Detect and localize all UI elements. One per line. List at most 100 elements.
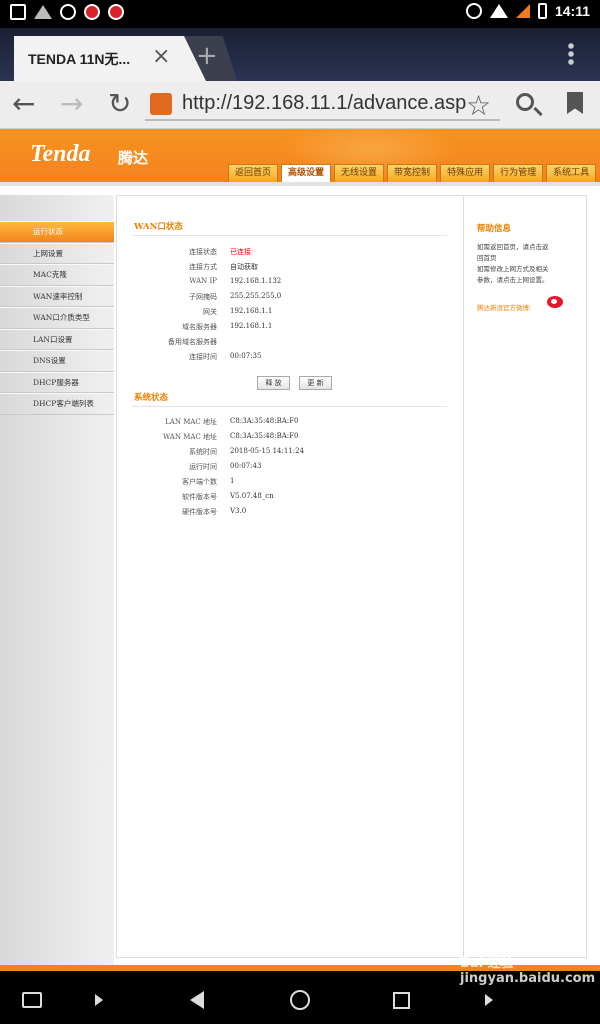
status-label: 客户端个数 [182, 478, 217, 486]
sidebar-item[interactable]: LAN口设置 [0, 328, 114, 350]
help-divider [463, 196, 464, 957]
sidebar-item[interactable]: 运行状态 [0, 221, 114, 243]
site-favicon-icon [150, 93, 172, 115]
sidebar-item[interactable]: WAN速率控制 [0, 285, 114, 307]
screenshot-icon[interactable] [22, 992, 42, 1008]
status-label: 备用域名服务器 [168, 338, 217, 346]
cell-signal-icon [515, 4, 530, 18]
status-row: 硬件版本号 V3.0 [117, 507, 457, 522]
status-value: V3.0 [230, 507, 247, 515]
nav-tab[interactable]: 特殊应用 [440, 164, 491, 182]
status-value: 192.168.1.1 [230, 307, 273, 315]
status-row: 子网掩码 255.255.255.0 [117, 292, 457, 307]
status-label: 连接时间 [189, 353, 217, 361]
sidebar-item[interactable]: 上网设置 [0, 242, 114, 264]
renew-button[interactable]: 更 新 [299, 376, 332, 390]
url-input[interactable]: http://192.168.11.1/advance.asp [182, 92, 466, 115]
sidebar-item[interactable]: DHCP客户端列表 [0, 393, 114, 415]
sidebar-item[interactable]: WAN口介质类型 [0, 307, 114, 329]
close-icon[interactable]: × [152, 44, 170, 69]
alarm-status-icon [465, 3, 482, 19]
wan-status-title: WAN口状态 [134, 222, 183, 232]
back-arrow-icon[interactable]: ← [12, 90, 35, 118]
status-row: 连接时间 00:07:35 [117, 352, 457, 367]
home-icon[interactable] [290, 990, 310, 1010]
status-value: 192.168.1.132 [230, 277, 282, 285]
tenda-logo-cn: 腾达 [118, 149, 149, 167]
weibo-icon[interactable] [547, 296, 563, 308]
status-label: 软件版本号 [182, 493, 217, 501]
status-label: 域名服务器 [182, 323, 217, 331]
weibo-link[interactable]: 腾达新浪官方微博: [477, 302, 531, 312]
status-label: LAN MAC 地址 [165, 418, 217, 426]
tab-title: TENDA 11N无... [28, 51, 131, 67]
wifi-signal-icon [489, 4, 508, 18]
nav-tab[interactable]: 系统工具 [546, 164, 597, 182]
nav-tab[interactable]: 高级设置 [281, 164, 332, 182]
carrier-icon [84, 4, 100, 20]
url-bar: ← → ↻ http://192.168.11.1/advance.asp ☆ [0, 81, 600, 129]
nav-tab[interactable]: 行为管理 [493, 164, 544, 182]
tab-strip: + TENDA 11N无... × [0, 28, 600, 81]
content-panel: WAN口状态 连接状态 已连接连接方式 自动获取 WAN IP 192.168.1.13… [116, 195, 587, 958]
status-row: 系统时间 2018-05-15 14:11:24 [117, 447, 457, 462]
status-row: 软件版本号 V5.07.48_cn [117, 492, 457, 507]
nav-tab[interactable]: 返回首页 [228, 164, 279, 182]
back-icon[interactable] [190, 991, 204, 1009]
url-underline [145, 119, 500, 121]
sidebar-item[interactable]: MAC克隆 [0, 264, 114, 286]
status-label: 系统时间 [189, 448, 217, 456]
system-status-title: 系统状态 [134, 393, 169, 403]
nav-tab[interactable]: 带宽控制 [387, 164, 438, 182]
alarm-icon [60, 4, 76, 20]
status-row: WAN MAC 地址 C8:3A:35:48:BA:F0 [117, 432, 457, 447]
overflow-menu-icon[interactable] [568, 42, 574, 66]
status-row: 连接状态 已连接 [117, 247, 457, 262]
volume-down-icon[interactable] [95, 994, 103, 1006]
status-label: 连接方式 [189, 263, 217, 271]
battery-icon [537, 3, 547, 19]
wifi-icon [34, 5, 52, 19]
status-label: WAN MAC 地址 [162, 433, 217, 441]
carrier-icon-2 [108, 4, 124, 20]
status-row: WAN IP 192.168.1.132 [117, 277, 457, 292]
tenda-logo: Tenda [30, 141, 91, 167]
status-value: C8:3A:35:48:BA:F0 [230, 432, 299, 440]
status-value: 2018-05-15 14:11:24 [230, 447, 305, 455]
web-page: Tenda 腾达 返回首页 高级设置 无线设置 带宽控制 特殊应用 行为管理 系统工具 运行… [0, 129, 600, 971]
status-value: 自动获取 [230, 263, 258, 271]
status-row: LAN MAC 地址 C8:3A:35:48:BA:F0 [117, 417, 457, 432]
volume-up-icon[interactable] [485, 994, 493, 1006]
status-value: 00:07:43 [230, 462, 262, 470]
forward-arrow-icon[interactable]: → [60, 90, 83, 118]
bookmarks-icon[interactable] [567, 92, 583, 114]
section-divider [132, 406, 447, 407]
nav-tab[interactable]: 无线设置 [334, 164, 385, 182]
status-value: 255.255.255.0 [230, 292, 282, 300]
status-label: 网关 [203, 308, 217, 316]
star-icon[interactable]: ☆ [466, 89, 491, 122]
status-value: C8:3A:35:48:BA:F0 [230, 417, 299, 425]
status-label: WAN IP [189, 277, 217, 285]
status-value: 已连接 [230, 248, 251, 256]
reload-icon[interactable]: ↻ [108, 90, 131, 118]
router-header: Tenda 腾达 返回首页 高级设置 无线设置 带宽控制 特殊应用 行为管理 系统工具 [0, 129, 600, 182]
status-row: 备用域名服务器 [117, 337, 457, 352]
sidebar-item[interactable]: DNS设置 [0, 350, 114, 372]
status-row: 客户端个数 1 [117, 477, 457, 492]
help-title: 帮助信息 [477, 224, 512, 234]
status-label: 连接状态 [189, 248, 217, 256]
status-bar: 14:11 [0, 0, 600, 28]
browser-tab[interactable]: TENDA 11N无... × [14, 36, 206, 81]
status-row: 域名服务器 192.168.1.1 [117, 322, 457, 337]
status-label: 运行时间 [189, 463, 217, 471]
help-text: 如需返回首页，请点击返回首页 如需修改上网方式及相关参数，请点击上网设置。 [477, 243, 549, 284]
recent-apps-icon[interactable] [393, 992, 410, 1009]
status-label: 硬件版本号 [182, 508, 217, 516]
header-separator [0, 182, 600, 186]
sidebar-item[interactable]: DHCP服务器 [0, 371, 114, 393]
status-row: 连接方式 自动获取 [117, 262, 457, 277]
status-label: 子网掩码 [189, 293, 217, 301]
release-button[interactable]: 释 放 [257, 376, 290, 390]
search-icon[interactable] [516, 93, 534, 111]
